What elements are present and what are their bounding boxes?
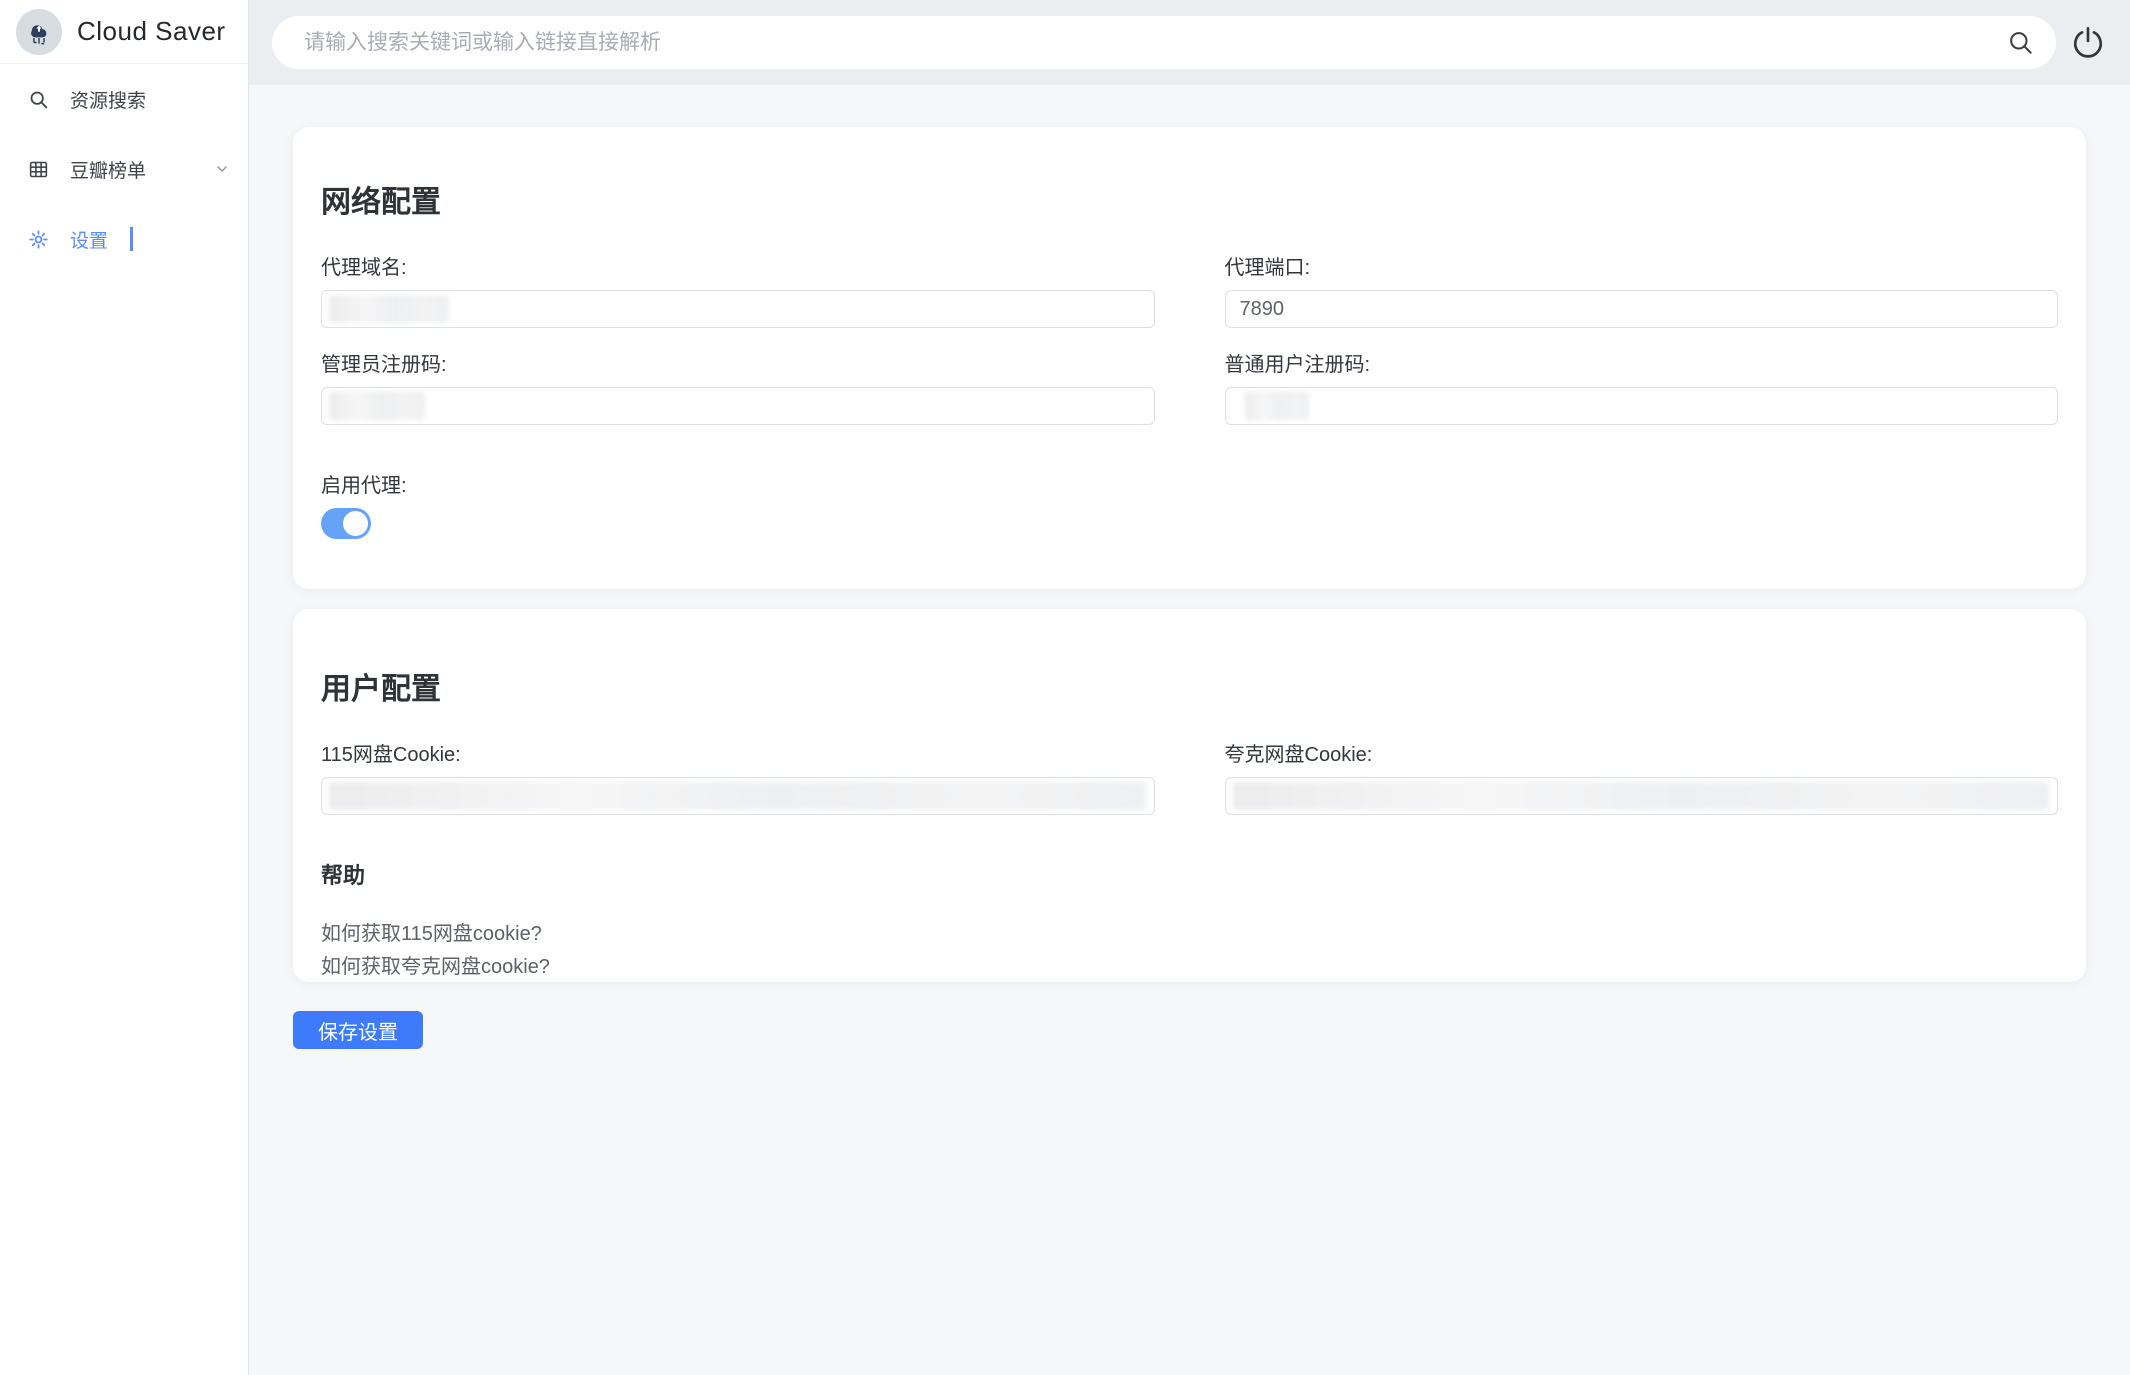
toggle-knob xyxy=(343,511,368,536)
power-icon xyxy=(2071,25,2105,59)
chevron-down-icon xyxy=(214,161,230,177)
cookie-115-input[interactable] xyxy=(322,778,1154,814)
sidebar-item-label: 豆瓣榜单 xyxy=(70,156,146,183)
gear-icon xyxy=(28,229,49,250)
sidebar-item-douban-list[interactable]: 豆瓣榜单 xyxy=(0,147,248,191)
app-root: Cloud Saver 资源搜索 豆瓣榜单 xyxy=(0,0,2130,1375)
admin-code-input[interactable] xyxy=(322,388,1154,424)
help-link-115-cookie[interactable]: 如何获取115网盘cookie? xyxy=(321,918,542,951)
network-config-title: 网络配置 xyxy=(321,177,2058,221)
app-header: Cloud Saver xyxy=(0,0,248,64)
settings-page: 网络配置 代理域名: 代理端口: xyxy=(249,85,2130,1375)
user-config-card: 用户配置 115网盘Cookie: 夸克网盘Cookie: xyxy=(293,609,2086,982)
sidebar-item-resource-search[interactable]: 资源搜索 xyxy=(0,77,248,121)
proxy-toggle-label: 启用代理: xyxy=(321,469,2058,498)
sidebar-item-label: 资源搜索 xyxy=(70,86,146,113)
sidebar: Cloud Saver 资源搜索 豆瓣榜单 xyxy=(0,0,249,1375)
user-config-title: 用户配置 xyxy=(321,664,2058,708)
sidebar-item-label: 设置 xyxy=(70,226,108,253)
search-icon[interactable] xyxy=(2007,29,2034,56)
user-config-fields: 115网盘Cookie: 夸克网盘Cookie: xyxy=(321,738,2058,815)
proxy-port-input[interactable] xyxy=(1226,291,2058,327)
proxy-toggle-switch[interactable] xyxy=(321,508,371,539)
proxy-domain-input[interactable] xyxy=(322,291,1154,327)
proxy-port-field: 代理端口: xyxy=(1225,251,2059,328)
cookie-115-label: 115网盘Cookie: xyxy=(321,738,1155,767)
cookie-quark-input[interactable] xyxy=(1226,778,2058,814)
user-code-label: 普通用户注册码: xyxy=(1225,348,2059,377)
help-title: 帮助 xyxy=(321,858,2058,890)
cookie-115-field: 115网盘Cookie: xyxy=(321,738,1155,815)
proxy-domain-label: 代理域名: xyxy=(321,251,1155,280)
save-settings-button[interactable]: 保存设置 xyxy=(293,1011,423,1049)
app-title: Cloud Saver xyxy=(77,16,226,47)
cookie-quark-label: 夸克网盘Cookie: xyxy=(1225,738,2059,767)
search-icon xyxy=(28,89,49,110)
help-link-quark-cookie[interactable]: 如何获取夸克网盘cookie? xyxy=(321,951,550,984)
main-column: 网络配置 代理域名: 代理端口: xyxy=(249,0,2130,1375)
network-config-fields: 代理域名: 代理端口: 管理员注册码: xyxy=(321,251,2058,425)
proxy-domain-field: 代理域名: xyxy=(321,251,1155,328)
sidebar-nav: 资源搜索 豆瓣榜单 设置 xyxy=(0,64,248,261)
proxy-port-label: 代理端口: xyxy=(1225,251,2059,280)
user-code-input[interactable] xyxy=(1226,388,2058,424)
search-input[interactable] xyxy=(302,30,2007,56)
sidebar-item-settings[interactable]: 设置 xyxy=(0,217,248,261)
power-button[interactable] xyxy=(2070,25,2106,61)
admin-code-label: 管理员注册码: xyxy=(321,348,1155,377)
help-links: 如何获取115网盘cookie? 如何获取夸克网盘cookie? xyxy=(321,918,2058,984)
cookie-quark-field: 夸克网盘Cookie: xyxy=(1225,738,2059,815)
user-code-field: 普通用户注册码: xyxy=(1225,348,2059,425)
search-bar[interactable] xyxy=(272,16,2056,69)
cloud-upload-logo-icon xyxy=(16,9,62,55)
admin-code-field: 管理员注册码: xyxy=(321,348,1155,425)
text-cursor xyxy=(130,227,133,251)
proxy-toggle-field: 启用代理: xyxy=(321,469,2058,539)
topbar xyxy=(249,0,2130,85)
grid-icon xyxy=(28,159,49,180)
network-config-card: 网络配置 代理域名: 代理端口: xyxy=(293,127,2086,589)
